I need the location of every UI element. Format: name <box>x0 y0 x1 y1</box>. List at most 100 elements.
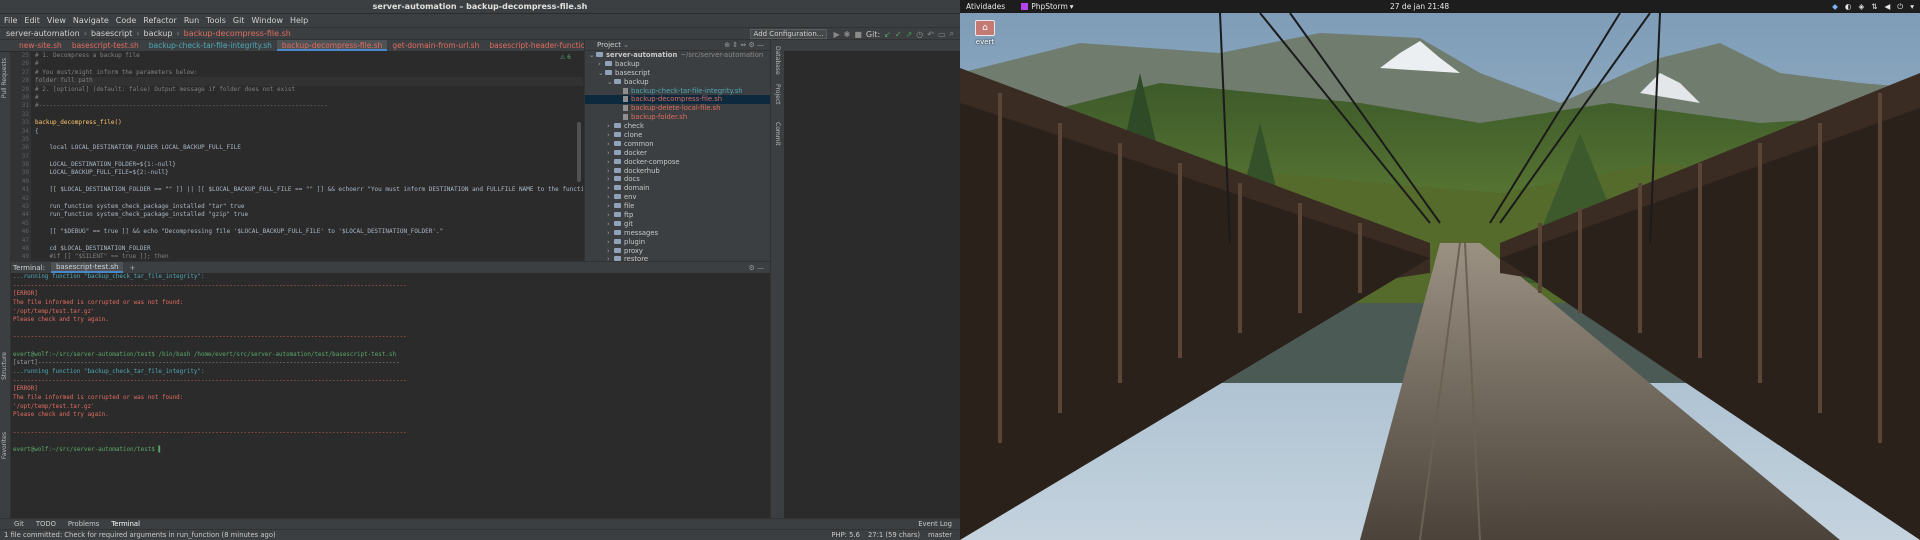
commit-tab[interactable]: Commit <box>774 122 781 146</box>
tree-item[interactable]: ⌄ server-automation ~/src/server-automatio… <box>585 51 770 60</box>
run-icon[interactable]: ▶ <box>833 30 839 39</box>
code-line[interactable]: { <box>35 128 583 136</box>
history-icon[interactable]: ◷ <box>916 30 923 39</box>
code-line[interactable]: folder full path <box>35 77 583 86</box>
tree-item[interactable]: › docker <box>585 149 770 158</box>
chevron-right-icon[interactable]: › <box>607 211 614 220</box>
code-line[interactable]: LOCAL_DESTINATION_FOLDER=${1:-null} <box>35 161 583 169</box>
project-panel-actions[interactable]: ⊕ ⇕ ⇔ ⚙ — <box>724 41 764 49</box>
code-line[interactable]: # You must/might inform the parameters b… <box>35 69 583 77</box>
tree-item[interactable]: › env <box>585 193 770 202</box>
event-log-button[interactable]: Event Log <box>918 520 952 528</box>
toolwindow-problems[interactable]: Problems <box>68 520 99 528</box>
stop-icon[interactable]: ■ <box>854 30 862 39</box>
breadcrumb-project[interactable]: server-automation <box>6 29 80 38</box>
tree-item[interactable]: backup-delete-local-file.sh <box>585 104 770 113</box>
chevron-right-icon[interactable]: › <box>607 193 614 202</box>
code-line[interactable]: backup_decompress_file() <box>35 119 583 127</box>
code-line[interactable] <box>35 178 583 186</box>
project-tab[interactable]: Project <box>774 84 781 105</box>
menu-git[interactable]: Git <box>233 16 245 25</box>
tree-item[interactable]: ⌄ basescript <box>585 69 770 78</box>
dropbox-icon[interactable]: ◈ <box>1858 2 1864 12</box>
tree-item[interactable]: › ftp <box>585 211 770 220</box>
editor-scrollbar[interactable] <box>577 122 581 182</box>
code-line[interactable]: cd $LOCAL_DESTINATION_FOLDER <box>35 245 583 253</box>
terminal-actions[interactable]: ⚙ — <box>748 264 764 272</box>
status-message[interactable]: 1 file committed: Check for required arg… <box>4 531 276 539</box>
window-icon[interactable]: ▭ <box>938 30 946 39</box>
favorites-tab[interactable]: Favorites <box>1 432 8 459</box>
tree-item[interactable]: › plugin <box>585 238 770 247</box>
code-line[interactable]: [[ "$DEBUG" == true ]] && echo "Decompre… <box>35 228 583 236</box>
tree-item[interactable]: ⌄ backup <box>585 78 770 87</box>
code-line[interactable]: local LOCAL_DESTINATION_FOLDER LOCAL_BAC… <box>35 144 583 152</box>
activities-button[interactable]: Atividades <box>966 2 1005 11</box>
tree-item[interactable]: backup-decompress-file.sh <box>585 95 770 105</box>
code-text[interactable]: # 1. Decompress a backup file # # You must… <box>35 52 583 261</box>
debug-icon[interactable]: ✱ <box>844 30 851 39</box>
chevron-right-icon[interactable]: › <box>607 247 614 256</box>
editor-tab[interactable]: backup-decompress-file.sh <box>276 40 388 51</box>
git-push-icon[interactable]: ↗ <box>906 30 913 39</box>
chevron-down-icon[interactable]: ⌄ <box>589 51 596 60</box>
tree-item[interactable]: › docs <box>585 175 770 184</box>
menu-navigate[interactable]: Navigate <box>73 16 109 25</box>
code-line[interactable] <box>35 220 583 228</box>
tree-item[interactable]: › git <box>585 220 770 229</box>
tree-item[interactable]: › backup <box>585 60 770 69</box>
chevron-right-icon[interactable]: › <box>607 158 614 167</box>
code-line[interactable]: # <box>35 60 583 68</box>
clock[interactable]: 27 de jan 21:48 <box>1390 2 1449 11</box>
chevron-right-icon[interactable]: › <box>607 184 614 193</box>
power-icon[interactable]: ⏻ <box>1897 2 1903 12</box>
editor-tab[interactable]: backup-check-tar-file-integrity.sh <box>144 40 277 51</box>
code-line[interactable] <box>35 237 583 245</box>
volume-icon[interactable]: ◀ <box>1885 2 1891 12</box>
breadcrumb-backup[interactable]: backup <box>144 29 173 38</box>
toolwindow-terminal[interactable]: Terminal <box>111 520 140 528</box>
code-line[interactable]: # 1. Decompress a backup file <box>35 52 583 60</box>
chevron-right-icon[interactable]: › <box>607 122 614 131</box>
breadcrumb-basescript[interactable]: basescript <box>91 29 132 38</box>
tree-item[interactable]: › common <box>585 140 770 149</box>
git-branch[interactable]: master <box>928 531 952 539</box>
chevron-right-icon[interactable]: › <box>607 220 614 229</box>
code-line[interactable] <box>35 153 583 161</box>
editor-tab[interactable]: basescript-header-function <box>484 40 595 51</box>
system-tray[interactable]: ◆ ◐ ◈ ⇅ ◀ ⏻ ▾ <box>1832 2 1914 12</box>
chevron-down-icon[interactable]: ▾ <box>1910 2 1914 12</box>
menu-code[interactable]: Code <box>116 16 136 25</box>
breadcrumb-file[interactable]: backup-decompress-file.sh <box>184 29 291 38</box>
git-commit-icon[interactable]: ✓ <box>895 30 902 39</box>
warnings-indicator[interactable]: ⚠ 6 <box>560 54 571 61</box>
menu-file[interactable]: File <box>4 16 17 25</box>
editor-tab[interactable]: get-domain-from-url.sh <box>387 40 484 51</box>
tree-item[interactable]: › domain <box>585 184 770 193</box>
toolwindow-todo[interactable]: TODO <box>36 520 56 528</box>
chevron-right-icon[interactable]: › <box>607 131 614 140</box>
chevron-right-icon[interactable]: › <box>607 238 614 247</box>
network-icon[interactable]: ⇅ <box>1871 2 1877 12</box>
editor-tab[interactable]: basescript-test.sh <box>67 40 144 51</box>
search-icon[interactable]: ⌕ <box>950 29 954 39</box>
terminal-output[interactable]: ...running function "backup_check_tar_fi… <box>11 273 770 454</box>
add-configuration-button[interactable]: Add Configuration... <box>749 29 828 39</box>
database-tab[interactable]: Database <box>774 46 781 75</box>
chevron-right-icon[interactable]: › <box>607 167 614 176</box>
code-line[interactable]: run_function system_check_package_instal… <box>35 211 583 219</box>
cursor-position[interactable]: 27:1 (59 chars) <box>868 531 920 539</box>
menu-run[interactable]: Run <box>184 16 199 25</box>
chevron-right-icon[interactable]: › <box>607 202 614 211</box>
chevron-right-icon[interactable]: › <box>607 175 614 184</box>
chevron-right-icon[interactable]: › <box>598 60 605 69</box>
tree-item[interactable]: › messages <box>585 229 770 238</box>
pull-requests-tab[interactable]: Pull Requests <box>1 58 8 98</box>
code-line[interactable]: #if [[ "$SILENT" == true ]]; then <box>35 253 583 261</box>
code-line[interactable] <box>35 195 583 203</box>
tree-item[interactable]: › dockerhub <box>585 167 770 176</box>
menu-window[interactable]: Window <box>251 16 283 25</box>
project-panel-title[interactable]: Project <box>597 41 621 49</box>
chevron-down-icon[interactable]: ⌄ <box>598 69 605 78</box>
editor-tab[interactable]: new-site.sh <box>14 40 67 51</box>
